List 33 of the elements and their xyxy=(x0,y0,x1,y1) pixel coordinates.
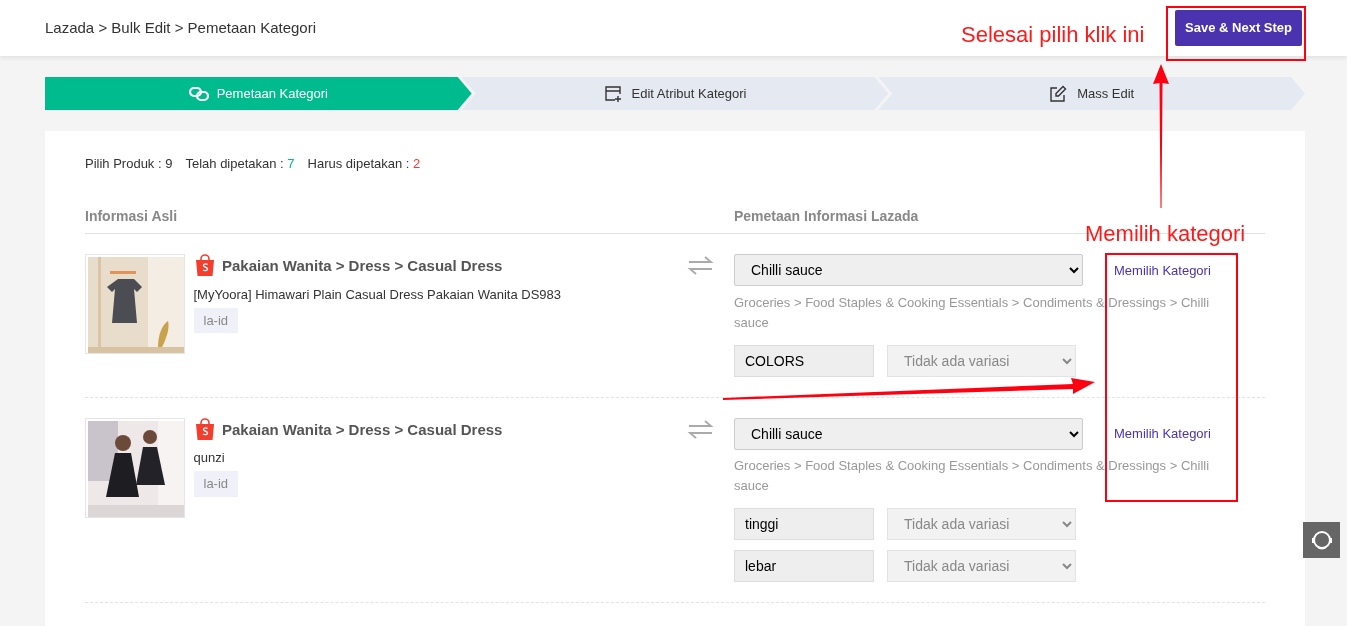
variation-name-field[interactable]: COLORS xyxy=(734,344,874,377)
stat-text: Pilih Produk : 9 xyxy=(85,155,173,174)
choose-category-link[interactable]: Memilih Kategori xyxy=(1114,424,1211,444)
category-select[interactable]: Chilli sauce xyxy=(734,417,1083,450)
tag-label: la-id xyxy=(193,471,239,497)
choose-category-link[interactable]: Memilih Kategori xyxy=(1114,260,1211,280)
category-path: Pakaian Wanita > Dress > Casual Dress xyxy=(222,256,503,276)
support-button[interactable] xyxy=(1303,522,1340,558)
category-path: Pakaian Wanita > Dress > Casual Dress xyxy=(222,419,503,440)
link-icon xyxy=(188,84,209,103)
product-name: qunzi xyxy=(193,449,226,468)
variation-name-field[interactable]: tinggi xyxy=(734,508,874,541)
step-tab[interactable]: Edit Atribut Kategori xyxy=(461,77,889,110)
breadcrumb-text: Lazada > Bulk Edit > Pemetaan Kategori xyxy=(45,17,316,38)
annotation-text: Selesai pilih klik ini xyxy=(961,21,1145,49)
save-button[interactable]: Save & Next Step xyxy=(1175,10,1302,46)
stat-text: Harus dipetakan : 2 xyxy=(307,155,421,174)
add-icon xyxy=(603,84,624,103)
stat-text: Telah dipetakan : 7 xyxy=(185,155,295,174)
shopping-bag-icon xyxy=(193,254,216,279)
step-tab[interactable]: Mass Edit xyxy=(878,77,1305,110)
variation-name-field[interactable]: lebar xyxy=(734,550,874,583)
column-heading: Pemetaan Informasi Lazada xyxy=(734,206,919,226)
shopping-bag-icon xyxy=(193,417,216,442)
annotation-text: Memilih kategori xyxy=(1085,220,1246,248)
column-heading: Informasi Asli xyxy=(85,206,179,226)
category-breadcrumb: Groceries > Food Staples & Cooking Essentials > Condiments & Dressings > Chilli sauce xyxy=(734,293,1211,332)
swap-icon xyxy=(687,254,714,277)
swap-icon xyxy=(687,417,714,440)
category-breadcrumb: Groceries > Food Staples & Cooking Essentials > Condiments & Dressings > Chilli sauce xyxy=(734,457,1211,496)
category-select[interactable]: Chilli sauce xyxy=(734,254,1083,287)
tag-label: la-id xyxy=(193,307,239,333)
product-name: [MyYoora] Himawari Plain Casual Dress Pakaian Wanita DS983 xyxy=(193,285,563,304)
